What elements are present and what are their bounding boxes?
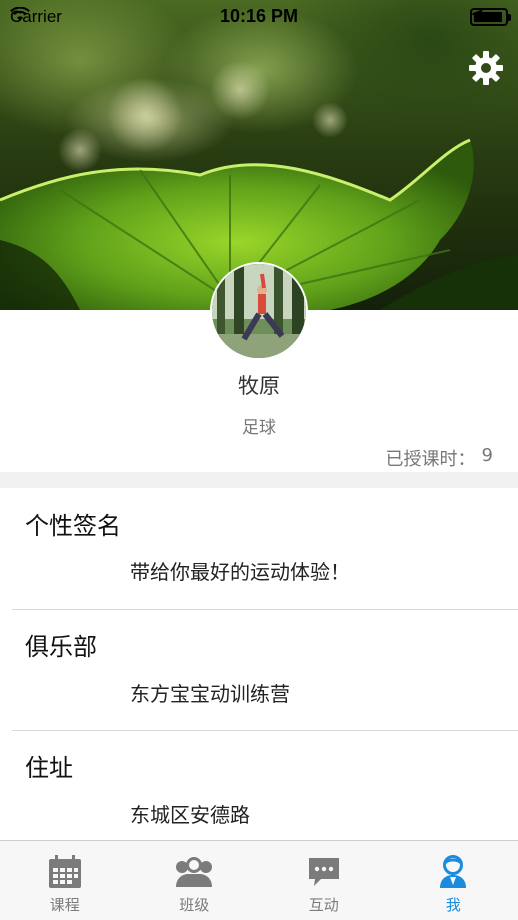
section-title: 俱乐部	[25, 633, 97, 661]
status-time: 10:16 PM	[219, 6, 299, 26]
tab-interaction[interactable]: 互动	[259, 841, 389, 920]
section-title: 个性签名	[25, 512, 121, 540]
tab-bar: 课程 班级 互动 我	[0, 840, 518, 920]
teaching-hours: 已授课时： 9	[386, 445, 493, 471]
person-icon	[440, 855, 467, 888]
section-separator	[0, 472, 518, 488]
battery-icon	[470, 8, 511, 26]
settings-button[interactable]	[466, 48, 506, 88]
teaching-hours-value: 9	[481, 445, 493, 466]
avatar-photo	[212, 264, 306, 358]
club-section[interactable]: 俱乐部 东方宝宝动训练营	[0, 610, 518, 730]
chat-icon	[308, 858, 339, 886]
section-value: 东方宝宝动训练营	[130, 682, 290, 706]
tab-me[interactable]: 我	[389, 841, 518, 920]
signature-section[interactable]: 个性签名 带给你最好的运动体验！	[0, 488, 518, 609]
battery-fill	[474, 12, 502, 22]
section-value: 东城区安德路	[130, 803, 250, 827]
profile-name: 牧原	[238, 374, 280, 398]
tab-classes[interactable]: 班级	[130, 841, 260, 920]
status-bar: Carrier 10:16 PM	[0, 0, 518, 34]
tab-label: 互动	[308, 896, 339, 914]
gear-icon	[469, 51, 503, 85]
section-title: 住址	[25, 754, 73, 782]
tab-courses[interactable]: 课程	[0, 841, 130, 920]
calendar-icon	[48, 855, 81, 888]
tab-label: 我	[445, 896, 461, 914]
tab-label: 课程	[49, 896, 80, 914]
section-value: 带给你最好的运动体验！	[130, 560, 350, 584]
address-section[interactable]: 住址 东城区安德路	[0, 731, 518, 840]
profile-sport: 足球	[242, 418, 276, 438]
group-icon	[176, 857, 213, 887]
avatar[interactable]	[210, 262, 308, 360]
tab-label: 班级	[179, 896, 210, 914]
teaching-hours-label: 已授课时：	[385, 449, 476, 470]
